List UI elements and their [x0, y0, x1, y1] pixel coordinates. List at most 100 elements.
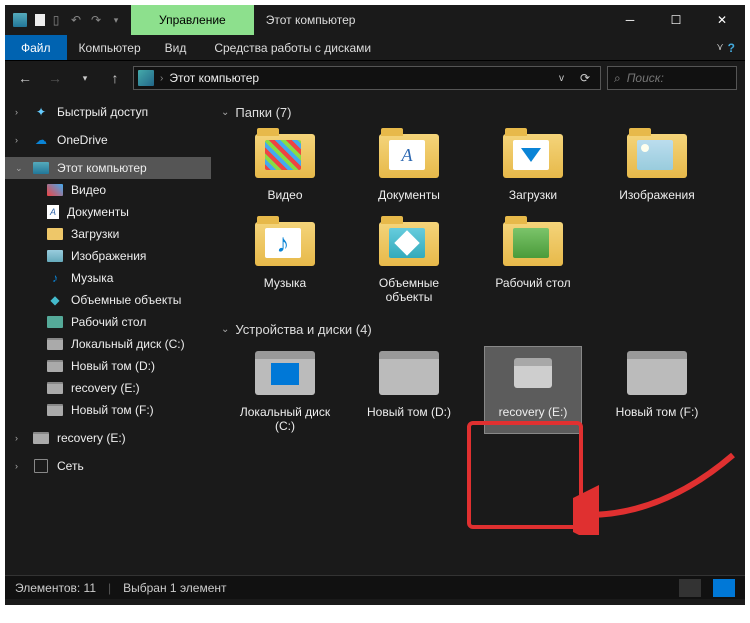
content-pane[interactable]: ⌄ Папки (7) Видео Документы Загрузки Изо… — [211, 95, 745, 575]
sidebar-quick-access[interactable]: › ✦ Быстрый доступ — [5, 101, 211, 123]
item-label: Рабочий стол — [495, 276, 570, 290]
group-header-folders[interactable]: ⌄ Папки (7) — [219, 99, 737, 130]
sidebar-item-label: Музыка — [71, 271, 113, 285]
sidebar-item-label: recovery (E:) — [71, 381, 140, 395]
item-label: Документы — [378, 188, 440, 202]
navigation-bar: ← → ▾ ↑ › Этот компьютер v ⟳ ⌕ — [5, 61, 745, 95]
folder-pictures[interactable]: Изображения — [609, 130, 705, 202]
qat-dropdown-icon[interactable]: ▾ — [107, 11, 125, 29]
sidebar-item-downloads[interactable]: Загрузки — [5, 223, 211, 245]
sidebar-item-music[interactable]: ♪ Музыка — [5, 267, 211, 289]
folder-music[interactable]: Музыка — [237, 218, 333, 304]
forward-button[interactable]: → — [43, 66, 67, 90]
pc-icon — [33, 160, 49, 176]
back-button[interactable]: ← — [13, 66, 37, 90]
drive-d[interactable]: Новый том (D:) — [361, 347, 457, 433]
folder-downloads[interactable]: Загрузки — [485, 130, 581, 202]
sidebar-item-pictures[interactable]: Изображения — [5, 245, 211, 267]
sidebar-item-drive-f[interactable]: Новый том (F:) — [5, 399, 211, 421]
sidebar-item-documents[interactable]: AДокументы — [5, 201, 211, 223]
chevron-down-icon[interactable]: ⌄ — [221, 324, 229, 335]
sidebar-item-label: Этот компьютер — [57, 161, 147, 175]
view-details-button[interactable] — [679, 579, 701, 597]
ribbon-tab-drive-tools[interactable]: Средства работы с дисками — [202, 35, 383, 60]
title-bar: ▯ ↶ ↷ ▾ Управление Этот компьютер ─ ☐ ✕ — [5, 5, 745, 35]
chevron-right-icon[interactable]: › — [15, 135, 25, 145]
folder-3d-objects[interactable]: Объемные объекты — [361, 218, 457, 304]
desktop-folder-icon — [513, 228, 549, 258]
address-dropdown-icon[interactable]: v — [555, 73, 568, 84]
item-label: Музыка — [264, 276, 306, 290]
quick-access-toolbar: ▯ ↶ ↷ ▾ — [35, 11, 125, 29]
sidebar-item-drive-e[interactable]: recovery (E:) — [5, 377, 211, 399]
sidebar-item-label: Документы — [67, 205, 129, 219]
drive-c[interactable]: Локальный диск (C:) — [237, 347, 333, 433]
qat-undo-icon[interactable]: ↶ — [67, 11, 85, 29]
drive-icon — [47, 358, 63, 374]
item-label: Объемные объекты — [361, 276, 457, 304]
view-large-icons-button[interactable] — [713, 579, 735, 597]
qat-redo-icon[interactable]: ↷ — [87, 11, 105, 29]
folder-desktop[interactable]: Рабочий стол — [485, 218, 581, 304]
navigation-pane: › ✦ Быстрый доступ › ☁ OneDrive ⌄ Этот к… — [5, 95, 211, 575]
group-label: Папки (7) — [235, 105, 291, 120]
recent-locations-dropdown[interactable]: ▾ — [73, 66, 97, 90]
item-label: recovery (E:) — [499, 405, 568, 419]
qat-properties-icon[interactable] — [35, 14, 45, 26]
chevron-right-icon[interactable]: › — [15, 433, 25, 443]
maximize-button[interactable]: ☐ — [653, 5, 699, 35]
sidebar-item-label: Изображения — [71, 249, 146, 263]
sidebar-item-drive-c[interactable]: Локальный диск (C:) — [5, 333, 211, 355]
chevron-right-icon[interactable]: › — [160, 73, 163, 84]
ribbon-tab-view[interactable]: Вид — [153, 35, 199, 60]
address-bar[interactable]: › Этот компьютер v ⟳ — [133, 66, 601, 90]
sidebar-item-3d[interactable]: ◆Объемные объекты — [5, 289, 211, 311]
up-button[interactable]: ↑ — [103, 66, 127, 90]
folder-videos[interactable]: Видео — [237, 130, 333, 202]
chevron-down-icon[interactable]: ⌄ — [15, 163, 25, 174]
ribbon-expand-icon[interactable]: ⋎ — [716, 42, 723, 53]
group-header-drives[interactable]: ⌄ Устройства и диски (4) — [219, 316, 737, 347]
sidebar-item-label: Сеть — [57, 459, 84, 473]
sidebar-item-desktop[interactable]: Рабочий стол — [5, 311, 211, 333]
sidebar-item-drive-d[interactable]: Новый том (D:) — [5, 355, 211, 377]
chevron-down-icon[interactable]: ⌄ — [221, 107, 229, 118]
app-icon — [13, 13, 27, 27]
cube-icon: ◆ — [47, 292, 63, 308]
drive-icon — [33, 430, 49, 446]
address-text[interactable]: Этот компьютер — [169, 71, 549, 85]
sidebar-item-label: Видео — [71, 183, 106, 197]
pictures-folder-icon — [637, 140, 673, 170]
close-button[interactable]: ✕ — [699, 5, 745, 35]
ribbon-context-tab-manage[interactable]: Управление — [131, 5, 254, 35]
sidebar-item-videos[interactable]: Видео — [5, 179, 211, 201]
minimize-button[interactable]: ─ — [607, 5, 653, 35]
refresh-icon[interactable]: ⟳ — [574, 71, 596, 85]
ribbon-tab-computer[interactable]: Компьютер — [67, 35, 153, 60]
folders-grid: Видео Документы Загрузки Изображения Муз… — [219, 130, 737, 316]
chevron-right-icon[interactable]: › — [15, 461, 25, 471]
sidebar-network[interactable]: › Сеть — [5, 455, 211, 477]
windows-drive-icon — [255, 351, 315, 395]
search-box[interactable]: ⌕ — [607, 66, 737, 90]
sidebar-item-label: Быстрый доступ — [57, 105, 148, 119]
sidebar-onedrive[interactable]: › ☁ OneDrive — [5, 129, 211, 151]
qat-new-folder-icon[interactable]: ▯ — [47, 11, 65, 29]
item-label: Новый том (D:) — [367, 405, 451, 419]
ribbon-tab-file[interactable]: Файл — [5, 35, 67, 60]
drive-f[interactable]: Новый том (F:) — [609, 347, 705, 433]
help-icon[interactable]: ? — [728, 41, 735, 55]
search-input[interactable] — [627, 71, 730, 85]
cloud-icon: ☁ — [33, 132, 49, 148]
drive-icon — [47, 380, 63, 396]
music-icon: ♪ — [47, 270, 63, 286]
chevron-right-icon[interactable]: › — [15, 107, 25, 117]
folder-icon — [47, 182, 63, 198]
sidebar-this-pc[interactable]: ⌄ Этот компьютер — [5, 157, 211, 179]
folder-documents[interactable]: Документы — [361, 130, 457, 202]
status-selection: Выбран 1 элемент — [123, 581, 226, 595]
pictures-icon — [47, 248, 63, 264]
downloads-folder-icon — [513, 140, 549, 170]
sidebar-recovery[interactable]: › recovery (E:) — [5, 427, 211, 449]
drive-e-recovery[interactable]: recovery (E:) — [485, 347, 581, 433]
